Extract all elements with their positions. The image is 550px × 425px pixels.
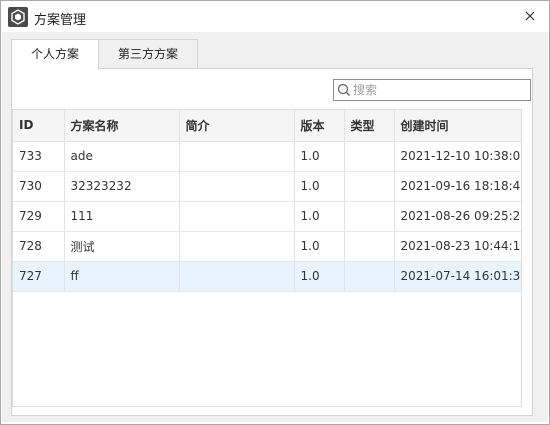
cell-description: [179, 231, 295, 262]
table-header-row: ID 方案名称 简介 版本 类型 创建时间: [13, 110, 521, 142]
cell-description: [179, 171, 295, 202]
tab-panel: ID 方案名称 简介 版本 类型 创建时间 733 ade: [11, 68, 533, 416]
tab-bar: 个人方案 第三方方案: [11, 39, 199, 70]
cell-version: 1.0: [294, 261, 345, 292]
title-bar: 方案管理: [1, 1, 549, 32]
app-icon: [8, 7, 28, 27]
cell-description: [179, 261, 295, 292]
column-header-id[interactable]: ID: [13, 110, 65, 142]
scheme-table: ID 方案名称 简介 版本 类型 创建时间 733 ade 1.0 2021-1…: [12, 109, 522, 407]
table-row-selected[interactable]: 727 ff 1.0 2021-07-14 16:01:39: [13, 261, 521, 292]
cell-id: 727: [13, 261, 65, 292]
search-box[interactable]: [333, 79, 531, 101]
cell-type: [344, 171, 395, 202]
close-icon: [525, 11, 535, 21]
window-title: 方案管理: [34, 13, 87, 28]
cell-description: [179, 201, 295, 232]
cell-id: 730: [13, 171, 65, 202]
cell-version: 1.0: [294, 201, 345, 232]
cell-type: [344, 261, 395, 292]
cell-version: 1.0: [294, 141, 345, 172]
table-row[interactable]: 729 111 1.0 2021-08-26 09:25:21: [13, 201, 521, 232]
cell-created-time: 2021-08-26 09:25:21: [394, 201, 521, 232]
table-row[interactable]: 730 32323232 1.0 2021-09-16 18:18:42: [13, 171, 521, 202]
scheme-manager-window: 方案管理 个人方案 第三方方案 搜索 ID 方案名称 简介 版本 类型 创建时间…: [0, 0, 550, 425]
cell-name: ade: [64, 141, 180, 172]
cell-type: [344, 201, 395, 232]
cell-name: 测试: [64, 231, 180, 262]
tab-third-party-schemes[interactable]: 第三方方案: [98, 39, 199, 68]
cell-description: [179, 141, 295, 172]
cell-id: 729: [13, 201, 65, 232]
cell-name: 111: [64, 201, 180, 232]
column-header-description[interactable]: 简介: [179, 110, 295, 142]
cell-type: [344, 231, 395, 262]
cell-id: 733: [13, 141, 65, 172]
column-header-type[interactable]: 类型: [344, 110, 395, 142]
table-row[interactable]: 728 测试 1.0 2021-08-23 10:44:18: [13, 231, 521, 262]
cell-created-time: 2021-09-16 18:18:42: [394, 171, 521, 202]
search-input[interactable]: [353, 81, 523, 99]
cell-name: ff: [64, 261, 180, 292]
close-button[interactable]: [521, 7, 539, 25]
cell-created-time: 2021-12-10 10:38:01: [394, 141, 521, 172]
column-header-created-time[interactable]: 创建时间: [394, 110, 521, 142]
cell-name: 32323232: [64, 171, 180, 202]
dialog-body: 个人方案 第三方方案 搜索 ID 方案名称 简介 版本 类型 创建时间 733 …: [2, 32, 548, 422]
table-row[interactable]: 733 ade 1.0 2021-12-10 10:38:01: [13, 141, 521, 172]
cell-type: [344, 141, 395, 172]
cell-id: 728: [13, 231, 65, 262]
cell-created-time: 2021-07-14 16:01:39: [394, 261, 521, 292]
tab-personal-schemes[interactable]: 个人方案: [11, 39, 100, 70]
column-header-version[interactable]: 版本: [294, 110, 345, 142]
cell-version: 1.0: [294, 171, 345, 202]
column-header-name[interactable]: 方案名称: [64, 110, 180, 142]
cell-version: 1.0: [294, 231, 345, 262]
search-icon: [337, 83, 350, 96]
cell-created-time: 2021-08-23 10:44:18: [394, 231, 521, 262]
